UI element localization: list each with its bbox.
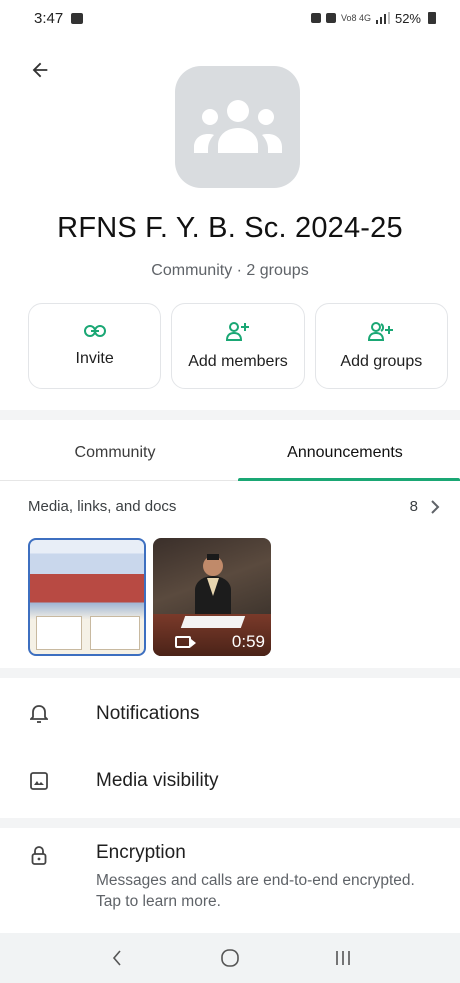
encryption-title: Encryption [96,842,186,863]
arrow-left-icon [32,62,48,78]
image-icon-wrap [0,772,96,790]
notifications-label: Notifications [96,703,200,724]
section-divider [0,818,460,828]
notification-icon [310,13,321,23]
lock-icon-wrap [0,838,96,912]
bell-icon [30,705,48,723]
section-divider [0,410,460,420]
link-icon [83,325,106,337]
poster-text-block [90,616,140,650]
section-divider [0,668,460,678]
encryption-text: Encryption Messages and calls are end-to… [96,838,416,912]
battery-icon [428,12,436,24]
video-camera-icon [175,636,196,648]
invite-button[interactable]: Invite [28,303,162,389]
gallery-notification-icon [71,12,84,24]
add-groups-button[interactable]: Add groups [314,303,448,389]
media-links-docs-row[interactable]: Media, links, and docs 8 [28,498,440,515]
encryption-description: Messages and calls are end-to-end encryp… [96,872,415,910]
back-button[interactable] [22,52,58,88]
nav-home-button[interactable] [200,938,260,978]
add-groups-label: Add groups [340,353,423,370]
action-row: Invite Add members Add groups [28,303,448,389]
tab-community[interactable]: Community [0,425,230,480]
system-nav-bar [0,933,460,983]
community-subtitle: Community · 2 groups [151,262,309,279]
network-type: Vo8 4G [340,12,371,23]
add-members-label: Add members [188,353,288,370]
video-duration: 0:59 [231,632,265,651]
status-time: 3:47 [34,9,64,27]
media-count: 8 [409,498,418,515]
chevron-right-icon [431,499,440,514]
media-visibility-label: Media visibility [96,770,219,791]
encryption-row[interactable]: Encryption Messages and calls are end-to… [0,838,460,912]
signal-icon [375,12,390,24]
media-count-group: 8 [410,498,440,515]
battery-percent: 52% [394,10,421,26]
community-title: RFNS F. Y. B. Sc. 2024-25 [57,212,403,244]
lock-icon [31,846,47,865]
chevron-left-icon [112,950,121,966]
bell-icon-wrap [0,704,96,724]
nav-recents-button[interactable] [313,938,373,978]
community-group-icon [193,100,282,153]
person-image [195,554,231,616]
media-thumbnail-image[interactable] [28,538,146,656]
nav-back-button[interactable] [87,938,147,978]
alarm-icon [325,13,336,23]
image-icon [30,772,48,790]
media-label: Media, links, and docs [28,498,177,515]
media-thumbnails: 0:59 [28,538,271,656]
add-members-button[interactable]: Add members [171,303,305,389]
add-group-icon [368,322,394,341]
status-right: Vo8 4G 52% [310,10,436,26]
invite-label: Invite [75,350,114,367]
media-thumbnail-video[interactable]: 0:59 [153,538,271,656]
tab-bar: Community Announcements [0,425,460,481]
add-person-icon [225,322,249,341]
media-visibility-row[interactable]: Media visibility [0,748,460,814]
tab-announcements[interactable]: Announcements [230,425,460,481]
poster-text-block [36,616,82,650]
status-bar: 3:47 Vo8 4G 52% [0,0,460,36]
community-avatar[interactable] [175,66,300,188]
status-left: 3:47 [34,9,84,27]
notifications-row[interactable]: Notifications [0,681,460,747]
recents-icon [336,951,351,965]
papers-image [180,616,246,628]
home-circle-icon [221,949,239,967]
